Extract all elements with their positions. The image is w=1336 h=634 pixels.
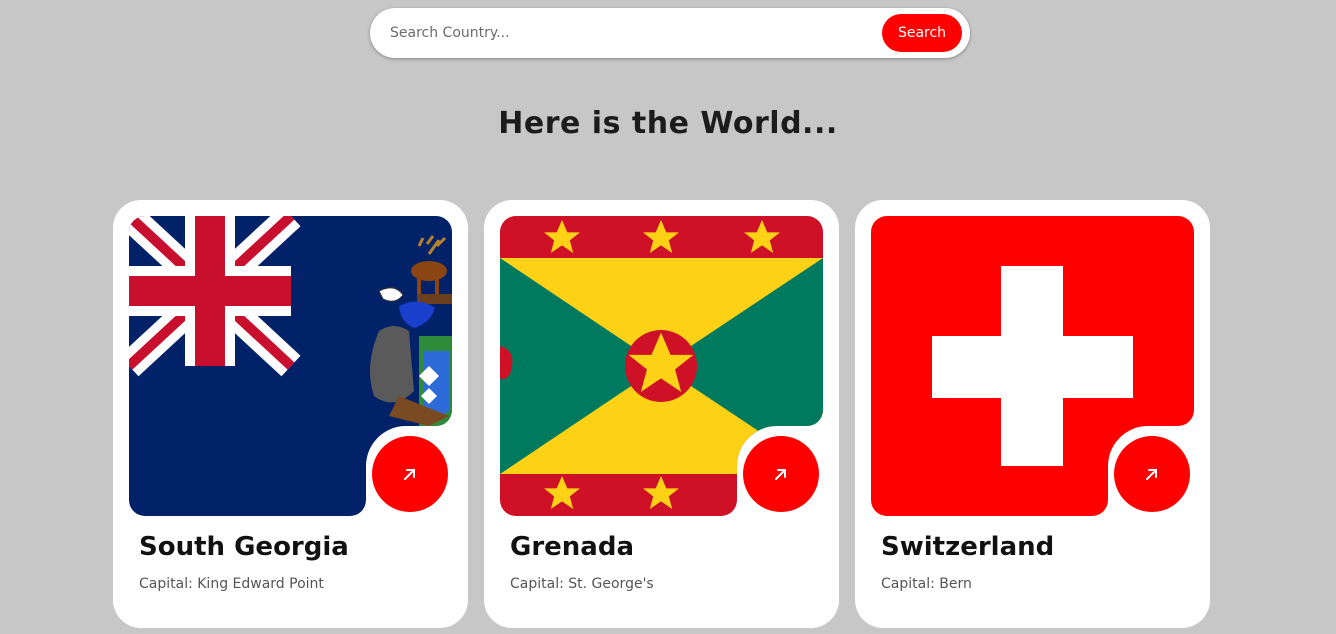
search-input[interactable] [390, 18, 860, 48]
search-bar: Search [370, 8, 970, 58]
country-name: South Georgia [139, 532, 349, 562]
arrow-up-right-icon [775, 469, 786, 480]
arrow-up-right-icon [404, 469, 415, 480]
country-card-grenada[interactable]: Grenada Capital: St. George's [484, 200, 839, 628]
country-capital: Capital: Bern [881, 576, 972, 592]
arrow-up-right-icon [1146, 469, 1157, 480]
search-button[interactable]: Search [882, 14, 962, 52]
country-card-switzerland[interactable]: Switzerland Capital: Bern [855, 200, 1210, 628]
country-name: Switzerland [881, 532, 1055, 562]
country-capital: Capital: King Edward Point [139, 576, 324, 592]
country-name: Grenada [510, 532, 635, 562]
country-capital: Capital: St. George's [510, 576, 654, 592]
page-title: Here is the World... [498, 106, 838, 141]
open-country-button[interactable] [1114, 436, 1190, 512]
open-country-button[interactable] [372, 436, 448, 512]
open-country-button[interactable] [743, 436, 819, 512]
country-card-south-georgia[interactable]: South Georgia Capital: King Edward Point [113, 200, 468, 628]
